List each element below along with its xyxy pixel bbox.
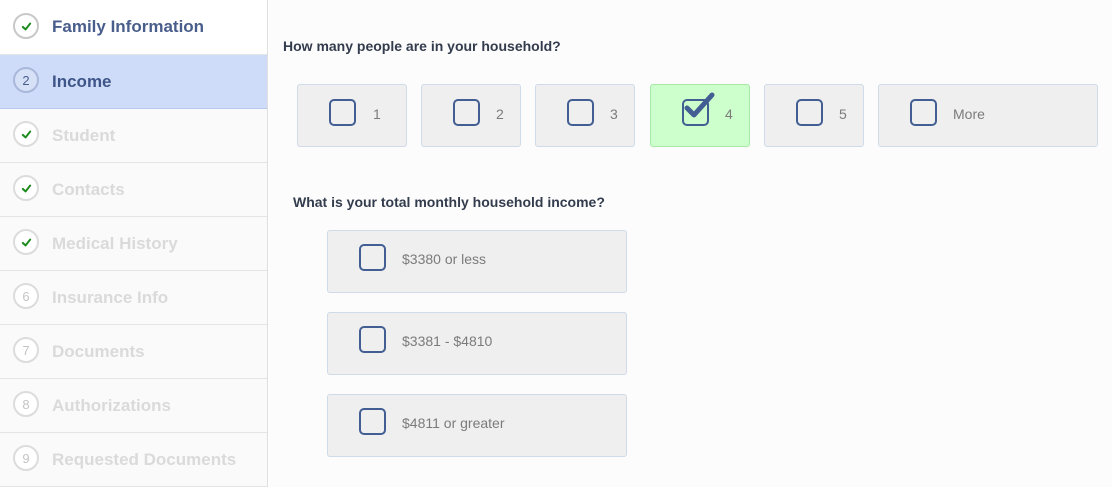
option-label: $4811 or greater (402, 415, 505, 431)
sidebar-item-medical-history[interactable]: Medical History (0, 217, 267, 271)
sidebar-item-contacts[interactable]: Contacts (0, 163, 267, 217)
checkbox-icon (329, 99, 356, 126)
step-complete-badge (13, 13, 39, 39)
income-option-4811-or-greater[interactable]: $4811 or greater (327, 394, 627, 457)
checkmark-icon (21, 184, 31, 192)
monthly-income-question: What is your total monthly household inc… (293, 194, 605, 210)
checkmark-icon (21, 130, 31, 138)
option-label: More (953, 106, 985, 122)
income-option-3381-4810[interactable]: $3381 - $4810 (327, 312, 627, 375)
sidebar-item-label: Documents (52, 341, 145, 361)
household-option-4[interactable]: 4 (650, 84, 750, 147)
sidebar-item-insurance-info[interactable]: 6 Insurance Info (0, 271, 267, 325)
sidebar-item-label: Contacts (52, 179, 125, 199)
sidebar-item-label: Insurance Info (52, 287, 169, 307)
income-option-3380-or-less[interactable]: $3380 or less (327, 230, 627, 293)
sidebar-item-label: Authorizations (52, 395, 171, 415)
option-label: 4 (725, 106, 733, 122)
step-number-badge: 9 (13, 445, 39, 471)
option-label: 5 (839, 106, 847, 122)
sidebar-item-family-information[interactable]: Family Information (0, 0, 267, 55)
sidebar-item-label: Income (52, 71, 112, 91)
option-label: $3380 or less (402, 251, 487, 267)
sidebar-item-label: Medical History (52, 233, 178, 253)
option-label: 1 (373, 106, 381, 122)
household-option-1[interactable]: 1 (297, 84, 407, 147)
step-number-badge: 2 (13, 67, 39, 93)
step-number-badge: 8 (13, 391, 39, 417)
household-size-question: How many people are in your household? (283, 38, 561, 54)
checkmark-icon (21, 22, 31, 30)
sidebar-item-label: Requested Documents (52, 449, 237, 469)
sidebar-item-label: Student (52, 125, 116, 145)
checkbox-icon (567, 99, 594, 126)
checkbox-icon (359, 326, 386, 353)
sidebar-item-authorizations[interactable]: 8 Authorizations (0, 379, 267, 433)
sidebar-item-label: Family Information (52, 17, 205, 36)
sidebar-item-requested-documents[interactable]: 9 Requested Documents (0, 433, 267, 487)
income-wizard: Family Information 2 Income Student Cont… (0, 0, 1112, 487)
step-number-badge: 7 (13, 337, 39, 363)
checkbox-icon (910, 99, 937, 126)
checkbox-icon (453, 99, 480, 126)
sidebar-item-documents[interactable]: 7 Documents (0, 325, 267, 379)
household-option-5[interactable]: 5 (764, 84, 864, 147)
step-complete-badge (13, 229, 39, 255)
step-complete-badge (13, 121, 39, 147)
step-complete-badge (13, 175, 39, 201)
checkmark-icon (684, 92, 715, 118)
checkbox-checked-icon (682, 92, 715, 126)
option-label: 2 (496, 106, 504, 122)
household-option-2[interactable]: 2 (421, 84, 521, 147)
checkmark-icon (21, 238, 31, 246)
income-form: How many people are in your household? 1… (269, 0, 1112, 487)
household-option-more[interactable]: More (878, 84, 1098, 147)
wizard-steps-sidebar: Family Information 2 Income Student Cont… (0, 0, 268, 487)
checkbox-icon (796, 99, 823, 126)
household-option-3[interactable]: 3 (535, 84, 635, 147)
sidebar-item-income[interactable]: 2 Income (0, 55, 267, 109)
checkbox-icon (359, 244, 386, 271)
step-number-badge: 6 (13, 283, 39, 309)
sidebar-item-student[interactable]: Student (0, 109, 267, 163)
option-label: $3381 - $4810 (402, 333, 493, 349)
checkbox-icon (359, 408, 386, 435)
option-label: 3 (610, 106, 618, 122)
